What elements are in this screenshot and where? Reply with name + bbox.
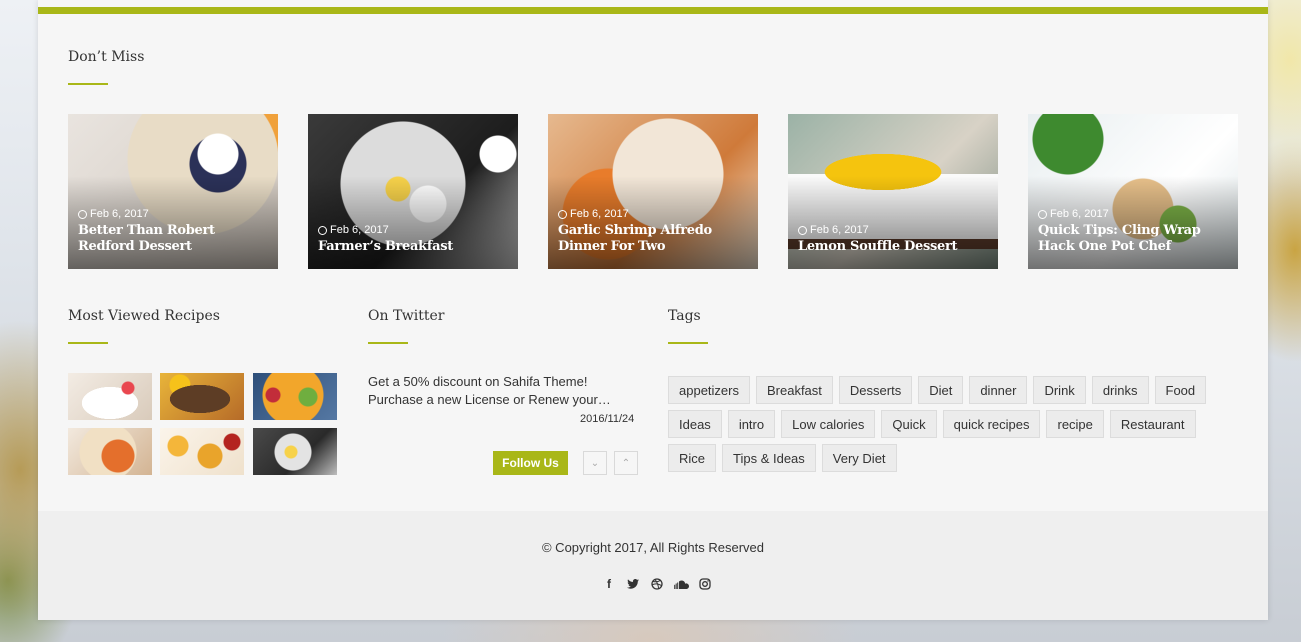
post-meta: Feb 6, 2017 Garlic Shrimp Alfredo Dinner…: [558, 208, 750, 255]
tag-link[interactable]: drinks: [1091, 376, 1149, 404]
tag-link[interactable]: Desserts: [838, 376, 913, 404]
tag-link[interactable]: Breakfast: [755, 376, 833, 404]
recipe-thumb-4[interactable]: [68, 428, 152, 475]
post-card-5[interactable]: Feb 6, 2017 Quick Tips: Cling Wrap Hack …: [1028, 114, 1238, 269]
recipe-thumb-3[interactable]: [253, 373, 337, 420]
recipe-thumb-1[interactable]: [68, 373, 152, 420]
tag-link[interactable]: Tips & Ideas: [722, 444, 816, 472]
tags-title-rule: [668, 342, 708, 344]
post-meta: Feb 6, 2017 Farmer’s Breakfast: [318, 224, 510, 255]
copyright-text: © Copyright 2017, All Rights Reserved: [541, 540, 765, 555]
dont-miss-title-rule: [68, 83, 108, 85]
tweet-date: 2016/11/24: [580, 413, 635, 425]
post-date-text: Feb 6, 2017: [570, 208, 629, 220]
post-meta: Feb 6, 2017 Quick Tips: Cling Wrap Hack …: [1038, 208, 1230, 255]
post-meta: Feb 6, 2017 Lemon Souffle Dessert: [798, 224, 990, 255]
footer: © Copyright 2017, All Rights Reserved f: [38, 511, 1268, 620]
twitter-icon[interactable]: [621, 576, 645, 592]
most-viewed-title: Most Viewed Recipes: [68, 308, 220, 324]
post-date: Feb 6, 2017: [1038, 208, 1230, 220]
dont-miss-title: Don’t Miss: [68, 49, 145, 65]
tag-link[interactable]: Food: [1154, 376, 1207, 404]
chevron-down-icon: ⌄: [590, 457, 600, 469]
clock-icon: [558, 209, 567, 219]
post-date-text: Feb 6, 2017: [330, 224, 389, 236]
tags-title: Tags: [668, 308, 701, 324]
tag-link[interactable]: Very Diet: [821, 444, 897, 472]
post-card-4[interactable]: Feb 6, 2017 Lemon Souffle Dessert: [788, 114, 998, 269]
most-viewed-title-rule: [68, 342, 108, 344]
tag-link[interactable]: Rice: [668, 444, 717, 472]
post-date-text: Feb 6, 2017: [810, 224, 869, 236]
recipe-thumb-2[interactable]: [160, 373, 244, 420]
tag-link[interactable]: Ideas: [668, 410, 722, 438]
tag-cloud: appetizers Breakfast Desserts Diet dinne…: [668, 376, 1228, 478]
soundcloud-icon[interactable]: [669, 576, 693, 592]
tweet-text[interactable]: Get a 50% discount on Sahifa Theme! Purc…: [368, 373, 638, 409]
social-links: f: [597, 576, 717, 592]
post-meta: Feb 6, 2017 Better Than Robert Redford D…: [78, 208, 270, 255]
tag-link[interactable]: appetizers: [668, 376, 750, 404]
accent-top-bar: [38, 7, 1268, 14]
tag-link[interactable]: quick recipes: [942, 410, 1041, 438]
post-card-1[interactable]: Feb 6, 2017 Better Than Robert Redford D…: [68, 114, 278, 269]
tag-link[interactable]: Diet: [918, 376, 964, 404]
tag-link[interactable]: dinner: [969, 376, 1028, 404]
tag-link[interactable]: Restaurant: [1109, 410, 1196, 438]
post-title[interactable]: Lemon Souffle Dessert: [798, 239, 990, 255]
chevron-up-icon: ⌃: [621, 457, 631, 469]
twitter-title-rule: [368, 342, 408, 344]
post-title[interactable]: Better Than Robert Redford Dessert: [78, 223, 270, 255]
clock-icon: [78, 209, 87, 219]
clock-icon: [1038, 209, 1047, 219]
instagram-icon[interactable]: [693, 576, 717, 592]
tag-link[interactable]: Low calories: [781, 410, 876, 438]
post-card-2[interactable]: Feb 6, 2017 Farmer’s Breakfast: [308, 114, 518, 269]
recipe-thumb-5[interactable]: [160, 428, 244, 475]
post-date: Feb 6, 2017: [558, 208, 750, 220]
post-title[interactable]: Quick Tips: Cling Wrap Hack One Pot Chef: [1038, 223, 1230, 255]
page-container: Don’t Miss Feb 6, 2017 Better Than Rober…: [38, 0, 1268, 620]
tag-link[interactable]: Drink: [1033, 376, 1086, 404]
tag-link[interactable]: Quick: [881, 410, 937, 438]
recipe-thumb-6[interactable]: [253, 428, 337, 475]
tag-link[interactable]: recipe: [1046, 410, 1104, 438]
post-date-text: Feb 6, 2017: [90, 208, 149, 220]
clock-icon: [318, 225, 327, 235]
tweet-next-button[interactable]: ⌃: [614, 451, 638, 475]
post-date: Feb 6, 2017: [798, 224, 990, 236]
follow-us-button[interactable]: Follow Us: [493, 451, 568, 475]
post-title[interactable]: Farmer’s Breakfast: [318, 239, 510, 255]
tweet-prev-button[interactable]: ⌄: [583, 451, 607, 475]
clock-icon: [798, 225, 807, 235]
dribbble-icon[interactable]: [645, 576, 669, 592]
tag-link[interactable]: intro: [727, 410, 776, 438]
post-date-text: Feb 6, 2017: [1050, 208, 1109, 220]
twitter-title: On Twitter: [368, 308, 445, 324]
post-title[interactable]: Garlic Shrimp Alfredo Dinner For Two: [558, 223, 750, 255]
facebook-icon[interactable]: f: [597, 576, 621, 592]
post-card-3[interactable]: Feb 6, 2017 Garlic Shrimp Alfredo Dinner…: [548, 114, 758, 269]
post-date: Feb 6, 2017: [78, 208, 270, 220]
post-date: Feb 6, 2017: [318, 224, 510, 236]
